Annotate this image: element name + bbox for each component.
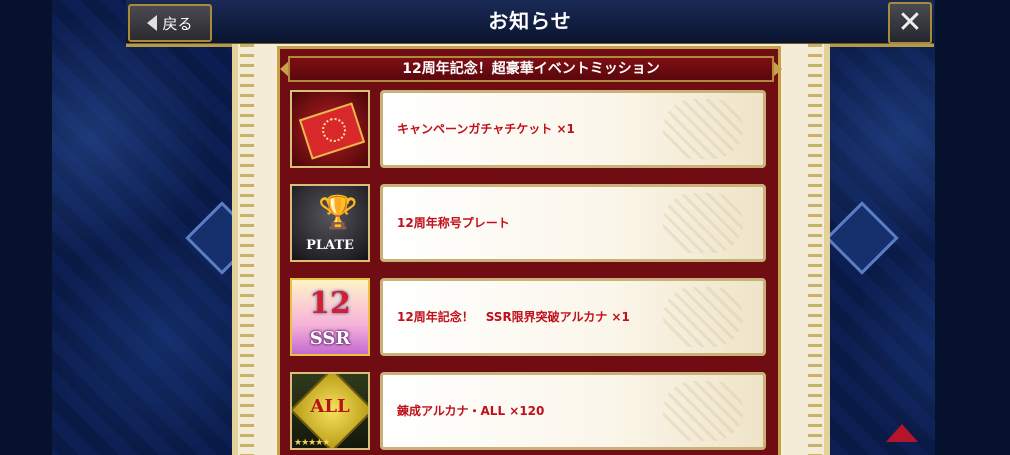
ssr-icon-number: 12	[309, 286, 351, 321]
close-button[interactable]: ✕	[888, 2, 932, 44]
page-title: お知らせ	[488, 9, 572, 33]
reward-row: キャンペーンガチャチケット ×1	[288, 88, 772, 172]
gacha-ticket-icon	[290, 90, 370, 168]
reward-item-box: 12周年記念！ SSR限界突破アルカナ ×1	[380, 278, 766, 356]
ssr-icon-label: SSR	[309, 328, 351, 349]
reward-row: ALL ★★★★★ 錬成アルカナ・ALL ×120	[288, 370, 772, 454]
all-icon-label: ALL	[310, 396, 350, 417]
title-plate-icon: 🏆 PLATE	[290, 184, 370, 262]
reward-item-box: 錬成アルカナ・ALL ×120	[380, 372, 766, 450]
plate-icon-label: PLATE	[306, 238, 354, 253]
back-button[interactable]: 戻る	[128, 4, 212, 42]
reward-text: 12周年記念！ SSR限界突破アルカナ ×1	[397, 310, 630, 324]
reward-text: 12周年称号プレート	[397, 216, 510, 230]
reward-row: 🏆 PLATE 12周年称号プレート	[288, 182, 772, 266]
back-arrow-icon	[147, 15, 158, 31]
reward-text: キャンペーンガチャチケット ×1	[397, 122, 575, 136]
screen-edge-right	[935, 0, 1010, 455]
all-refine-arcana-icon: ALL ★★★★★	[290, 372, 370, 450]
scroll-up-arrow-icon[interactable]	[886, 424, 918, 442]
event-title-banner: 12周年記念！超豪華イベントミッション	[288, 56, 774, 82]
reward-item-box: 12周年称号プレート	[380, 184, 766, 262]
reward-text: 錬成アルカナ・ALL ×120	[397, 404, 545, 418]
header-bar: お知らせ 戻る ✕	[126, 0, 934, 47]
trophy-icon: 🏆	[318, 193, 358, 231]
reward-row: 12 SSR 12周年記念！ SSR限界突破アルカナ ×1	[288, 276, 772, 360]
screen-edge-left	[0, 0, 52, 455]
rarity-stars-icon: ★★★★★	[294, 438, 330, 448]
back-button-label: 戻る	[162, 14, 193, 33]
ssr-limit-break-icon: 12 SSR	[290, 278, 370, 356]
reward-item-box: キャンペーンガチャチケット ×1	[380, 90, 766, 168]
